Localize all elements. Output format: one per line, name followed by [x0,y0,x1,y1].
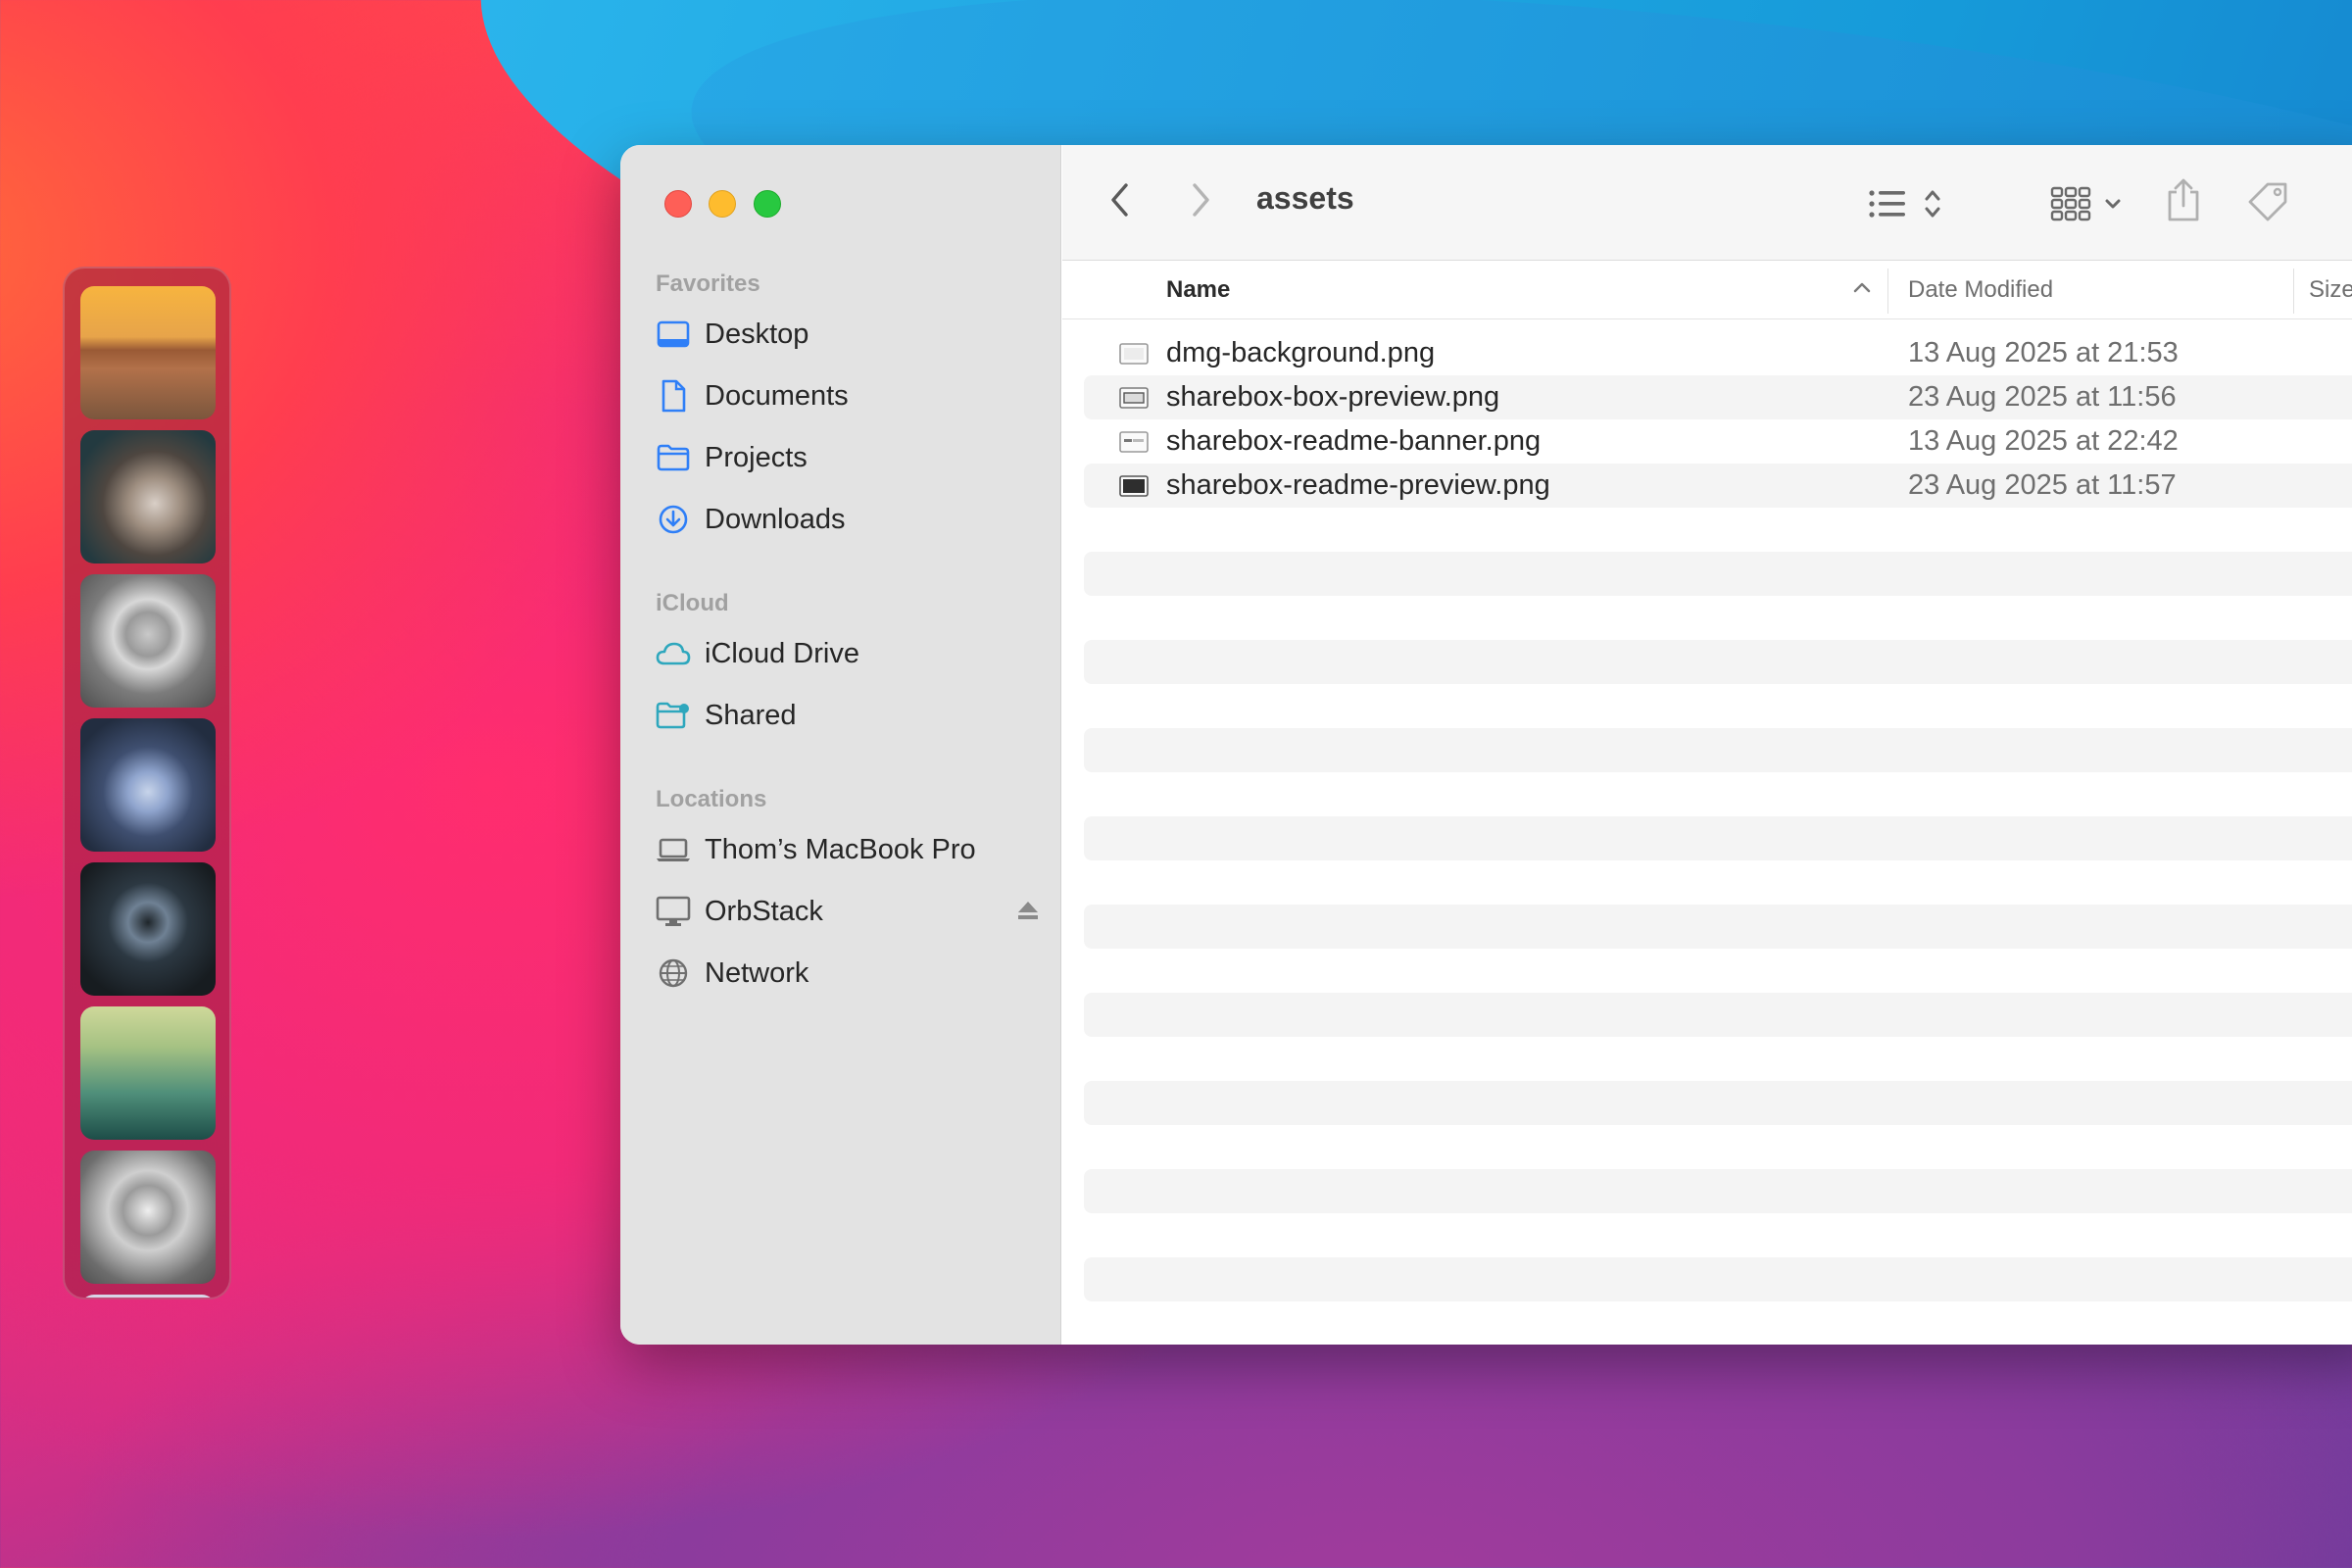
finder-window: Favorites Desktop Documents Projects Dow… [620,145,2352,1345]
thumbnail-image[interactable] [80,574,216,708]
laptop-icon [656,832,691,867]
sidebar-item-label: iCloud Drive [705,637,859,669]
sidebar-item-desktop[interactable]: Desktop [656,309,1048,360]
table-row[interactable]: dmg-background.png 13 Aug 2025 at 21:53 [1084,331,2352,375]
sidebar-section-locations: Locations [656,786,767,812]
empty-row [1084,816,2352,860]
file-date: 23 Aug 2025 at 11:57 [1908,469,2177,501]
sidebar-item-label: Desktop [705,318,809,350]
empty-row [1084,860,2352,905]
sidebar-item-label: Documents [705,379,849,412]
sidebar-item-icloud-drive[interactable]: iCloud Drive [656,628,1048,679]
empty-row [1084,640,2352,684]
thumbnail-image[interactable] [80,430,216,564]
empty-row [1084,728,2352,772]
globe-icon [656,956,691,991]
column-divider[interactable] [1887,269,1888,314]
empty-row [1084,1169,2352,1213]
sidebar-item-label: Thom’s MacBook Pro [705,833,976,865]
close-button[interactable] [664,190,692,218]
empty-row [1084,1081,2352,1125]
table-row[interactable]: sharebox-readme-banner.png 13 Aug 2025 a… [1084,419,2352,464]
table-row[interactable]: sharebox-readme-preview.png 23 Aug 2025 … [1084,464,2352,508]
column-size[interactable]: Size [2309,276,2352,304]
sidebar-item-downloads[interactable]: Downloads [656,494,1048,545]
window-title: assets [1256,180,1354,216]
sidebar-item-macbook[interactable]: Thom’s MacBook Pro [656,824,1048,875]
sort-ascending-icon[interactable] [1852,280,1872,299]
maximize-button[interactable] [754,190,781,218]
sidebar-item-orbstack[interactable]: OrbStack [656,886,1048,937]
image-file-icon [1119,342,1149,370]
toolbar: assets [1062,145,2352,261]
empty-row [1084,1301,2352,1345]
sidebar-item-label: OrbStack [705,895,823,927]
cloud-icon [656,636,691,671]
back-button[interactable] [1109,182,1131,218]
file-date: 13 Aug 2025 at 21:53 [1908,337,2179,368]
empty-row [1084,596,2352,640]
empty-row [1084,684,2352,728]
sidebar-item-label: Projects [705,441,808,473]
eject-icon[interactable] [1016,900,1040,926]
sidebar-section-icloud: iCloud [656,590,729,616]
share-icon[interactable] [2164,176,2203,223]
empty-row [1084,1213,2352,1257]
file-list: dmg-background.png 13 Aug 2025 at 21:53 … [1084,331,2352,1345]
table-row[interactable]: sharebox-box-preview.png 23 Aug 2025 at … [1084,375,2352,419]
file-name: sharebox-box-preview.png [1166,381,1500,413]
download-icon [656,502,691,537]
column-date-modified[interactable]: Date Modified [1908,276,2053,304]
empty-row [1084,905,2352,949]
display-icon [656,894,691,929]
tag-icon[interactable] [2246,180,2291,223]
thumbnail-image[interactable] [80,718,216,852]
image-file-icon [1119,474,1149,503]
sidebar-item-network[interactable]: Network [656,948,1048,999]
group-by-button[interactable] [2050,184,2132,223]
sidebar-item-label: Network [705,956,809,989]
list-view-button[interactable] [1868,186,1940,221]
empty-row [1084,993,2352,1037]
file-name: dmg-background.png [1166,337,1436,368]
file-name: sharebox-readme-banner.png [1166,425,1542,457]
thumbnail-image[interactable] [80,1295,216,1298]
folder-icon [656,440,691,475]
file-date: 13 Aug 2025 at 22:42 [1908,425,2179,457]
empty-row [1084,552,2352,596]
empty-row [1084,1125,2352,1169]
empty-row [1084,1037,2352,1081]
sidebar-item-shared[interactable]: Shared [656,690,1048,741]
minimize-button[interactable] [709,190,736,218]
thumbnail-image[interactable] [80,1151,216,1284]
empty-row [1084,949,2352,993]
sidebar-item-documents[interactable]: Documents [656,370,1048,421]
empty-row [1084,772,2352,816]
sidebar-section-favorites: Favorites [656,270,760,297]
file-name: sharebox-readme-preview.png [1166,469,1550,501]
empty-row [1084,508,2352,552]
desktop-icon [656,317,691,352]
file-browser: assets Name Date Modified Size dmg-backg… [1062,145,2352,1345]
thumbnail-image[interactable] [80,286,216,419]
shared-folder-icon [656,698,691,733]
sidebar: Favorites Desktop Documents Projects Dow… [620,145,1061,1345]
image-strip[interactable] [63,267,231,1299]
image-file-icon [1119,430,1149,459]
column-header: Name Date Modified Size [1062,261,2352,319]
thumbnail-image[interactable] [80,862,216,996]
sidebar-item-projects[interactable]: Projects [656,432,1048,483]
column-name[interactable]: Name [1166,276,1230,304]
column-divider[interactable] [2293,269,2294,314]
image-file-icon [1119,386,1149,415]
document-icon [656,378,691,414]
sidebar-item-label: Downloads [705,503,846,535]
forward-button[interactable] [1190,182,1211,218]
thumbnail-image[interactable] [80,1006,216,1140]
empty-row [1084,1257,2352,1301]
file-date: 23 Aug 2025 at 11:56 [1908,381,2177,413]
sidebar-item-label: Shared [705,699,797,731]
